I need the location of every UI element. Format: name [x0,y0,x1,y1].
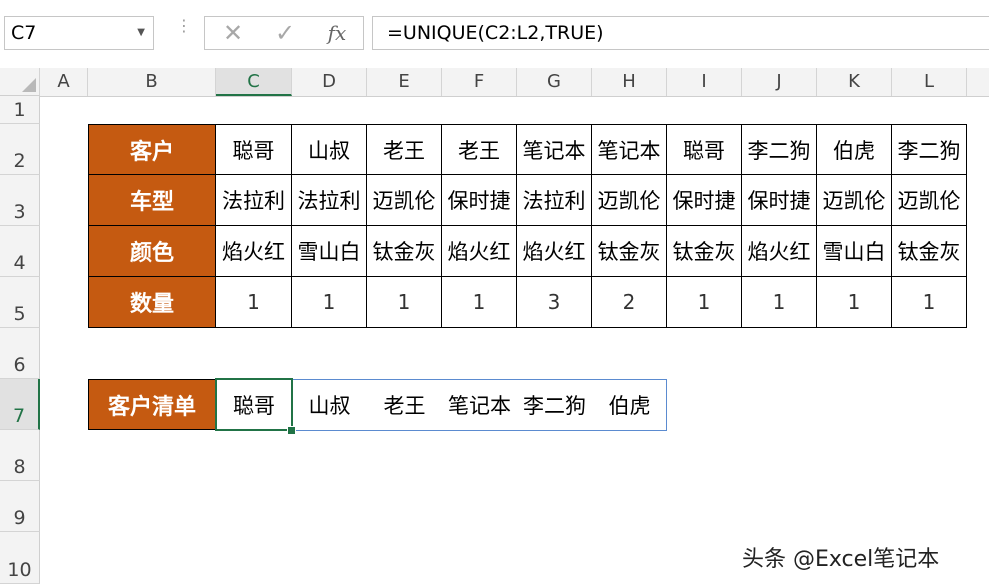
row-header-2[interactable]: 2 [0,124,40,175]
table-cell[interactable]: 钛金灰 [667,226,742,277]
row-header-9[interactable]: 9 [0,481,40,532]
row-header-10[interactable]: 10 [0,532,40,584]
table-cell[interactable]: 迈凯伦 [817,175,892,226]
table-cell[interactable]: 1 [667,277,742,328]
formula-bar: C7 ▼ ⋮ ✕ ✓ fx =UNIQUE(C2:L2,TRUE) [0,0,989,68]
table-row-header: 客户 [88,124,216,175]
table-cell[interactable]: 雪山白 [817,226,892,277]
table-cell[interactable]: 老王 [442,124,517,175]
table-cell[interactable]: 焰火红 [442,226,517,277]
table-row-header: 数量 [88,277,216,328]
table-cell[interactable]: 李二狗 [742,124,817,175]
table-cell[interactable]: 法拉利 [216,175,292,226]
table-cell[interactable]: 焰火红 [216,226,292,277]
formula-text: =UNIQUE(C2:L2,TRUE) [387,22,604,44]
table-cell[interactable]: 1 [817,277,892,328]
unique-list-item[interactable]: 聪哥 [216,379,292,430]
formula-input[interactable]: =UNIQUE(C2:L2,TRUE) [372,16,989,50]
table-cell[interactable]: 焰火红 [517,226,592,277]
column-header-h[interactable]: H [592,68,667,96]
table-cell[interactable]: 保时捷 [742,175,817,226]
column-header-k[interactable]: K [817,68,892,96]
unique-list-item[interactable]: 笔记本 [442,379,517,430]
table-cell[interactable]: 聪哥 [667,124,742,175]
row-header-8[interactable]: 8 [0,430,40,481]
column-header-a[interactable]: A [40,68,88,96]
row-header-3[interactable]: 3 [0,175,40,226]
table-cell[interactable]: 1 [292,277,367,328]
table-cell[interactable]: 2 [592,277,667,328]
table-cell[interactable]: 1 [742,277,817,328]
unique-list-item[interactable]: 老王 [367,379,442,430]
row-header-5[interactable]: 5 [0,277,40,328]
name-box-value: C7 [11,22,37,44]
row-header-1[interactable]: 1 [0,96,40,124]
row-header-7[interactable]: 7 [0,379,40,430]
table-cell[interactable]: 1 [216,277,292,328]
table-cell[interactable]: 迈凯伦 [592,175,667,226]
column-header-b[interactable]: B [88,68,216,96]
table-cell[interactable]: 钛金灰 [892,226,967,277]
table-cell[interactable]: 1 [442,277,517,328]
fill-handle[interactable] [287,426,296,435]
table-cell[interactable]: 1 [367,277,442,328]
check-icon[interactable]: ✓ [265,17,305,49]
column-header-e[interactable]: E [367,68,442,96]
watermark-text: 头条 @Excel笔记本 [742,547,940,572]
table-cell[interactable]: 焰火红 [742,226,817,277]
table-cell[interactable]: 钛金灰 [367,226,442,277]
table-cell[interactable]: 雪山白 [292,226,367,277]
row-header-6[interactable]: 6 [0,328,40,379]
close-icon[interactable]: ✕ [213,17,253,49]
column-header-c[interactable]: C [216,68,292,96]
table-cell[interactable]: 法拉利 [292,175,367,226]
column-headers: ABCDEFGHIJKL [40,68,989,97]
table-cell[interactable]: 笔记本 [517,124,592,175]
table-cell[interactable]: 李二狗 [892,124,967,175]
table-cell[interactable]: 法拉利 [517,175,592,226]
unique-list-label: 客户清单 [88,379,216,430]
table-cell[interactable]: 老王 [367,124,442,175]
table-cell[interactable]: 笔记本 [592,124,667,175]
column-header-f[interactable]: F [442,68,517,96]
column-header-j[interactable]: J [742,68,817,96]
chevron-down-icon[interactable]: ▼ [137,17,145,49]
unique-list-item[interactable]: 李二狗 [517,379,592,430]
unique-list-item[interactable]: 山叔 [292,379,367,430]
insert-function-icon[interactable]: fx [317,17,357,49]
table-cell[interactable]: 钛金灰 [592,226,667,277]
name-box[interactable]: C7 ▼ [4,16,154,50]
unique-list-item[interactable]: 伯虎 [592,379,667,430]
column-header-i[interactable]: I [667,68,742,96]
table-cell[interactable]: 保时捷 [442,175,517,226]
table-cell[interactable]: 迈凯伦 [367,175,442,226]
column-header-d[interactable]: D [292,68,367,96]
formula-buttons: ✕ ✓ fx [204,16,364,50]
table-cell[interactable]: 保时捷 [667,175,742,226]
table-cell[interactable]: 3 [517,277,592,328]
table-row-header: 车型 [88,175,216,226]
table-cell[interactable]: 迈凯伦 [892,175,967,226]
drag-handle-icon[interactable]: ⋮ [176,18,192,34]
column-header-l[interactable]: L [892,68,967,96]
select-all-icon[interactable] [22,78,36,92]
table-cell[interactable]: 伯虎 [817,124,892,175]
table-cell[interactable]: 1 [892,277,967,328]
table-cell[interactable]: 山叔 [292,124,367,175]
row-header-4[interactable]: 4 [0,226,40,277]
table-cell[interactable]: 聪哥 [216,124,292,175]
select-all-corner[interactable] [0,68,40,96]
table-row-header: 颜色 [88,226,216,277]
column-header-g[interactable]: G [517,68,592,96]
